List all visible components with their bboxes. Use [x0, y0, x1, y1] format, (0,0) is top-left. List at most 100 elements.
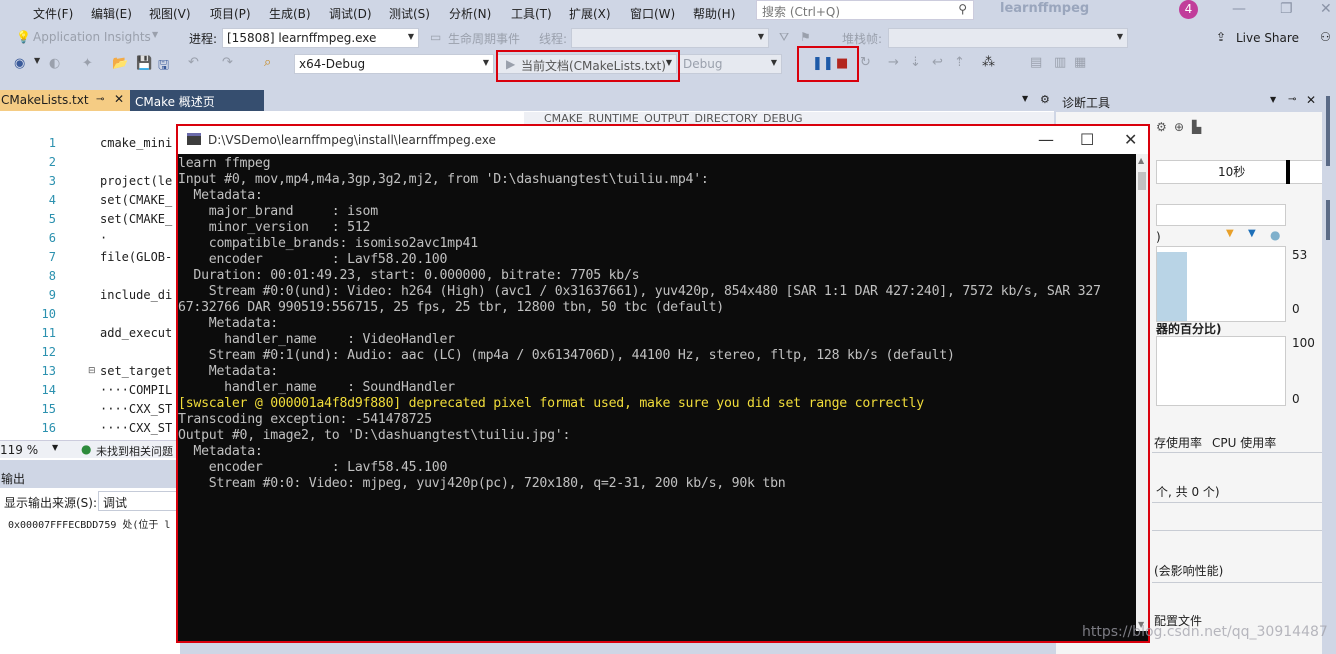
team-explorer-tab[interactable]: [1326, 200, 1330, 240]
open-folder-icon[interactable]: 📂: [112, 56, 128, 71]
menu-extensions[interactable]: 扩展(X): [569, 5, 611, 22]
navigation-dropdown[interactable]: CMAKE_RUNTIME_OUTPUT_DIRECTORY_DEBUG: [524, 112, 1054, 124]
save-all-icon[interactable]: 🖫: [158, 56, 169, 78]
settings-icon[interactable]: ⚙: [1040, 93, 1050, 106]
close-icon[interactable]: ✕: [1124, 130, 1137, 149]
notification-badge[interactable]: 4: [1179, 0, 1198, 19]
scrollbar-thumb[interactable]: [1138, 172, 1146, 190]
tab-cpu-usage[interactable]: CPU 使用率: [1212, 434, 1276, 451]
cpu-axis-max: 100: [1292, 336, 1315, 350]
maximize-icon[interactable]: ☐: [1080, 130, 1094, 149]
console-line: [swscaler @ 000001a4f8d9f880] deprecated…: [178, 396, 924, 411]
stackframe-dropdown[interactable]: ▼: [888, 28, 1128, 48]
step-back-icon[interactable]: ↩: [932, 55, 943, 70]
maximize-icon[interactable]: ❐: [1280, 1, 1293, 17]
bookmark-icon[interactable]: ▤: [1030, 55, 1042, 70]
menu-project[interactable]: 项目(P): [210, 5, 251, 22]
thread-dropdown[interactable]: ▼: [571, 28, 769, 48]
close-icon[interactable]: ✕: [1320, 1, 1332, 17]
menu-file[interactable]: 文件(F): [33, 5, 73, 22]
chevron-down-icon[interactable]: ▼: [1270, 95, 1276, 104]
console-line: Duration: 00:01:49.23, start: 0.000000, …: [178, 268, 640, 283]
live-share-button[interactable]: Live Share: [1236, 31, 1299, 45]
step-over-icon[interactable]: →: [888, 55, 899, 70]
close-icon[interactable]: ✕: [1306, 93, 1316, 107]
menu-window[interactable]: 窗口(W): [630, 5, 675, 22]
back-icon[interactable]: ◉: [14, 56, 25, 71]
divider: [1152, 502, 1324, 503]
close-tab-icon[interactable]: ✕: [114, 92, 124, 106]
diagnostics-header: 诊断工具 ▼ ⊸ ✕: [1056, 90, 1324, 112]
zoom-in-icon[interactable]: ⊕: [1174, 120, 1184, 134]
menu-bar: 文件(F) 编辑(E) 视图(V) 项目(P) 生成(B) 调试(D) 测试(S…: [0, 0, 1336, 24]
search-input[interactable]: 搜索 (Ctrl+Q) ⚲: [756, 0, 974, 20]
console-line: Input #0, mov,mp4,m4a,3gp,3g2,mj2, from …: [178, 172, 709, 187]
solution-explorer-tab[interactable]: [1326, 96, 1330, 166]
output-source-dropdown[interactable]: 调试: [98, 491, 180, 511]
console-line: Transcoding exception: -541478725: [178, 412, 432, 427]
minimize-icon[interactable]: —: [1232, 1, 1246, 17]
pin-icon[interactable]: ⊸: [96, 94, 104, 105]
console-line: 67:32766 DAR 990519:556715, 25 fps, 25 t…: [178, 300, 724, 315]
menu-tools[interactable]: 工具(T): [511, 5, 552, 22]
process-dropdown[interactable]: [15808] learnffmpeg.exe ▼: [222, 28, 419, 48]
timeline-label: 10秒: [1218, 165, 1246, 179]
menu-test[interactable]: 测试(S): [389, 5, 430, 22]
lifecycle-events-button[interactable]: 生命周期事件: [448, 30, 520, 47]
highlight-debug-controls: [797, 46, 859, 82]
minimize-icon[interactable]: —: [1038, 130, 1054, 149]
issues-status[interactable]: 未找到相关问题: [96, 443, 173, 459]
report-icon[interactable]: ▙: [1192, 120, 1201, 134]
undo-icon[interactable]: ↶: [188, 55, 199, 70]
filter-icon[interactable]: ⛛: [779, 30, 789, 45]
debug-target-dropdown[interactable]: Debug ▼: [678, 54, 782, 74]
hex-display-icon[interactable]: ⁂: [982, 55, 995, 70]
output-source-label: 显示输出来源(S):: [4, 496, 98, 510]
console-line: Metadata:: [178, 444, 263, 459]
tab-memory-usage[interactable]: 存使用率: [1154, 434, 1202, 451]
tab-cmakelists[interactable]: CMakeLists.txt ⊸ ✕: [0, 90, 130, 111]
code-editor[interactable]: cmake_mini project(le set(CMAKE_ set(CMA…: [0, 112, 176, 440]
tab-label: CMakeLists.txt: [1, 93, 89, 107]
console-output[interactable]: learn ffmpeg Input #0, mov,mp4,m4a,3gp,3g…: [178, 154, 1136, 631]
zoom-level[interactable]: 119 %: [0, 443, 38, 457]
flag-icon[interactable]: ⚑: [800, 30, 811, 44]
menu-help[interactable]: 帮助(H): [693, 5, 735, 22]
step-into-icon[interactable]: ⇣: [910, 55, 921, 70]
forward-icon[interactable]: ◐: [49, 56, 60, 71]
document-tabs: CMakeLists.txt ⊸ ✕ CMake 概述页 ▼ ⚙: [0, 90, 1054, 111]
chevron-down-icon[interactable]: ▼: [1022, 94, 1028, 103]
menu-debug[interactable]: 调试(D): [329, 5, 372, 22]
redo-icon[interactable]: ↷: [222, 55, 233, 70]
scroll-up-icon[interactable]: ▲: [1138, 156, 1144, 165]
console-line: handler_name : VideoHandler: [178, 332, 455, 347]
chevron-down-icon: ▼: [152, 30, 159, 39]
lightbulb-icon: 💡: [16, 30, 31, 44]
application-insights-button[interactable]: Application Insights: [33, 30, 151, 44]
new-item-icon[interactable]: ✦: [82, 56, 93, 71]
configuration-dropdown[interactable]: x64-Debug ▼: [294, 54, 494, 74]
configuration-value: x64-Debug: [299, 57, 366, 71]
console-line: Metadata:: [178, 364, 278, 379]
uncomment-icon[interactable]: ▦: [1074, 55, 1086, 70]
process-value: [15808] learnffmpeg.exe: [227, 31, 377, 45]
menu-build[interactable]: 生成(B): [269, 5, 311, 22]
pin-icon[interactable]: ⊸: [1288, 94, 1296, 105]
step-out-icon[interactable]: ⇡: [954, 55, 965, 70]
menu-view[interactable]: 视图(V): [149, 5, 191, 22]
save-icon[interactable]: 💾: [136, 56, 152, 71]
console-scrollbar[interactable]: ▲ ▼: [1136, 154, 1148, 631]
person-icon[interactable]: ⚇: [1320, 30, 1331, 44]
comment-icon[interactable]: ▥: [1054, 55, 1066, 70]
settings-icon[interactable]: ⚙: [1156, 120, 1167, 134]
console-title: D:\VSDemo\learnffmpeg\install\learnffmpe…: [208, 133, 496, 147]
console-line: Metadata:: [178, 188, 263, 203]
find-icon[interactable]: ⌕: [264, 55, 271, 70]
restart-icon[interactable]: ↻: [860, 55, 871, 70]
menu-analyze[interactable]: 分析(N): [449, 5, 491, 22]
menu-edit[interactable]: 编辑(E): [91, 5, 132, 22]
cpu-section-label: 器的百分比): [1156, 322, 1222, 336]
events-count: 个, 共 0 个): [1156, 485, 1220, 499]
tab-cmake-overview[interactable]: CMake 概述页: [130, 90, 264, 111]
app-title: learnffmpeg: [1000, 1, 1090, 16]
